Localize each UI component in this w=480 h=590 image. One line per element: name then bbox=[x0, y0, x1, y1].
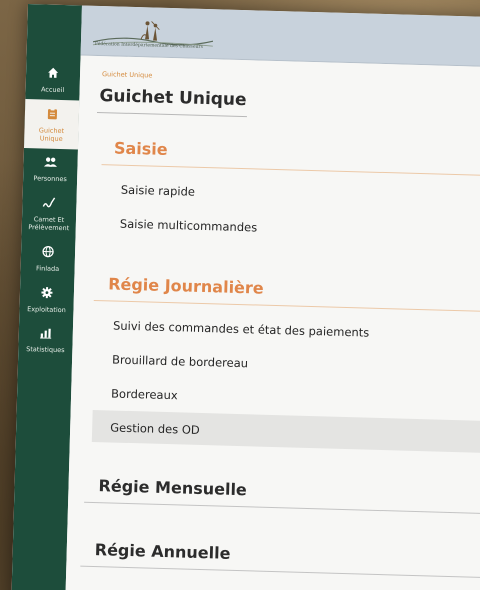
globe-icon bbox=[42, 245, 54, 261]
sidebar-item-label: Accueil bbox=[40, 85, 65, 95]
bar-chart-icon bbox=[40, 327, 52, 342]
sidebar-item-label: Finlada bbox=[35, 264, 60, 273]
sidebar-item-personnes[interactable]: Personnes bbox=[23, 148, 78, 189]
sidebar-item-accueil[interactable]: Accueil bbox=[25, 58, 80, 100]
link-saisie-rapide[interactable]: Saisie rapide bbox=[121, 183, 195, 199]
section-divider bbox=[101, 164, 480, 177]
clipboard-icon bbox=[46, 108, 57, 124]
link-bordereaux[interactable]: Bordereaux bbox=[111, 386, 178, 402]
title-divider bbox=[96, 111, 247, 118]
people-icon bbox=[43, 156, 57, 171]
sidebar-item-label: Personnes bbox=[33, 174, 67, 184]
signature-icon bbox=[42, 196, 56, 212]
sidebar-item-label: Carnet Et Prélèvement bbox=[28, 215, 70, 233]
sidebar-item-label: Guichet Unique bbox=[38, 126, 65, 144]
section-regie-journaliere-title: Régie Journalière bbox=[107, 274, 264, 298]
app-window: Accueil Guichet Unique Personnes Carnet … bbox=[11, 4, 480, 590]
main-content: Guichet Unique Guichet Unique Saisie Sai… bbox=[65, 55, 480, 590]
sidebar-item-label: Exploitation bbox=[27, 305, 66, 315]
link-gestion-od[interactable]: Gestion des OD bbox=[110, 420, 200, 436]
breadcrumb[interactable]: Guichet Unique bbox=[102, 70, 152, 79]
section-regie-annuelle-title[interactable]: Régie Annuelle bbox=[95, 540, 231, 563]
section-saisie-title: Saisie bbox=[113, 138, 168, 159]
link-saisie-multicommandes[interactable]: Saisie multicommandes bbox=[120, 217, 258, 235]
sidebar-item-label: Statistiques bbox=[26, 345, 65, 355]
sidebar-item-exploitation[interactable]: Exploitation bbox=[19, 278, 74, 320]
section-divider bbox=[93, 299, 480, 313]
gear-icon bbox=[41, 286, 53, 302]
page-title: Guichet Unique bbox=[99, 86, 247, 111]
sidebar-item-carnet[interactable]: Carnet Et Prélèvement bbox=[21, 188, 76, 238]
sidebar-item-guichet-unique[interactable]: Guichet Unique bbox=[23, 98, 80, 150]
sidebar-item-finlada[interactable]: Finlada bbox=[20, 237, 75, 279]
sidebar-item-statistiques[interactable]: Statistiques bbox=[18, 319, 73, 360]
section-divider bbox=[84, 501, 480, 515]
section-regie-mensuelle-title[interactable]: Régie Mensuelle bbox=[98, 476, 247, 499]
link-brouillard-bordereau[interactable]: Brouillard de bordereau bbox=[112, 352, 248, 370]
link-suivi-commandes[interactable]: Suivi des commandes et état des paiement… bbox=[113, 319, 370, 340]
section-divider bbox=[80, 565, 480, 579]
home-icon bbox=[47, 67, 59, 83]
